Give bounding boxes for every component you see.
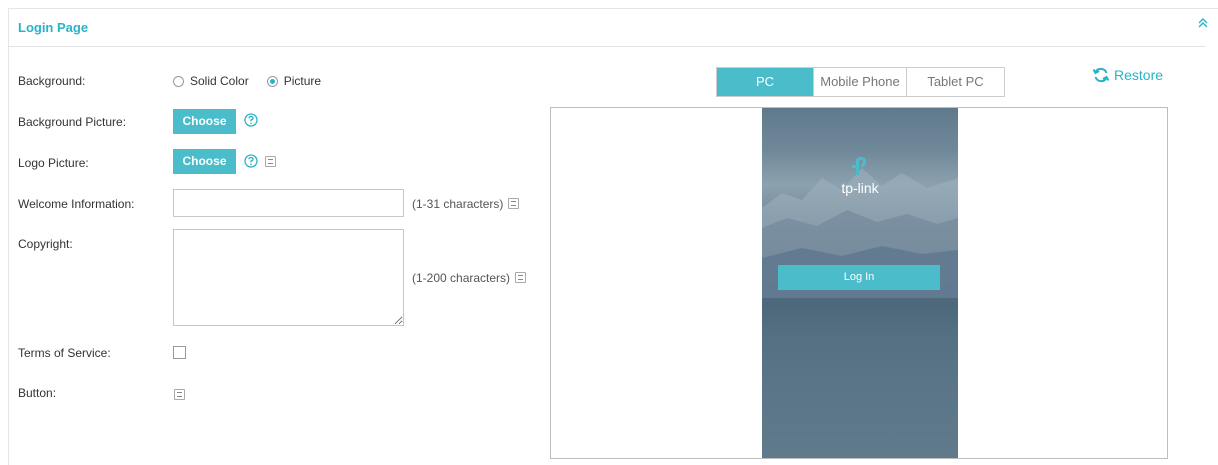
radio-button[interactable] — [173, 75, 184, 87]
background-radio-group: Solid Color Picture — [173, 74, 339, 88]
tab-tablet-pc[interactable]: Tablet PC — [907, 68, 1004, 96]
restore-button[interactable]: Restore — [1092, 66, 1163, 84]
brand-text: tp-link — [841, 180, 879, 196]
device-tabs: PC Mobile Phone Tablet PC — [716, 67, 1005, 97]
welcome-information-label: Welcome Information: — [18, 197, 135, 211]
preview-background-image: tp-link Log In — [762, 108, 958, 458]
refresh-icon — [1092, 67, 1110, 83]
background-picture-label: Background Picture: — [18, 115, 127, 129]
radio-label: Picture — [283, 74, 322, 88]
welcome-hint: (1-31 characters) — [412, 197, 504, 211]
panel-title: Login Page — [18, 20, 89, 35]
copyright-hint: (1-200 characters) — [412, 271, 511, 285]
collapse-icon[interactable] — [1198, 18, 1208, 30]
terms-of-service-label: Terms of Service: — [18, 346, 111, 360]
tp-link-logo-icon — [852, 157, 866, 175]
expand-icon[interactable] — [265, 156, 276, 167]
radio-label: Solid Color — [190, 74, 249, 88]
button-label: Button: — [18, 386, 57, 400]
welcome-information-input[interactable] — [173, 189, 404, 217]
restore-label: Restore — [1114, 67, 1164, 83]
login-preview-frame: tp-link Log In — [550, 107, 1168, 459]
terms-of-service-checkbox[interactable] — [173, 346, 186, 359]
tab-mobile-phone[interactable]: Mobile Phone — [814, 68, 907, 96]
choose-logo-button[interactable]: Choose — [173, 149, 236, 174]
expand-icon[interactable] — [515, 272, 526, 283]
copyright-label: Copyright: — [18, 237, 73, 251]
radio-solid-color[interactable]: Solid Color — [173, 74, 249, 88]
expand-icon[interactable] — [174, 389, 185, 400]
choose-background-button[interactable]: Choose — [173, 109, 236, 134]
background-label: Background: — [18, 74, 86, 88]
logo-picture-label: Logo Picture: — [18, 156, 89, 170]
expand-icon[interactable] — [508, 198, 519, 209]
login-button[interactable]: Log In — [778, 265, 940, 290]
tab-pc[interactable]: PC — [717, 68, 814, 96]
help-icon[interactable] — [244, 154, 258, 168]
copyright-textarea[interactable] — [173, 229, 404, 326]
radio-picture[interactable]: Picture — [266, 74, 322, 88]
radio-button-checked[interactable] — [266, 75, 278, 87]
header-divider — [8, 46, 1206, 47]
help-icon[interactable] — [244, 113, 258, 127]
